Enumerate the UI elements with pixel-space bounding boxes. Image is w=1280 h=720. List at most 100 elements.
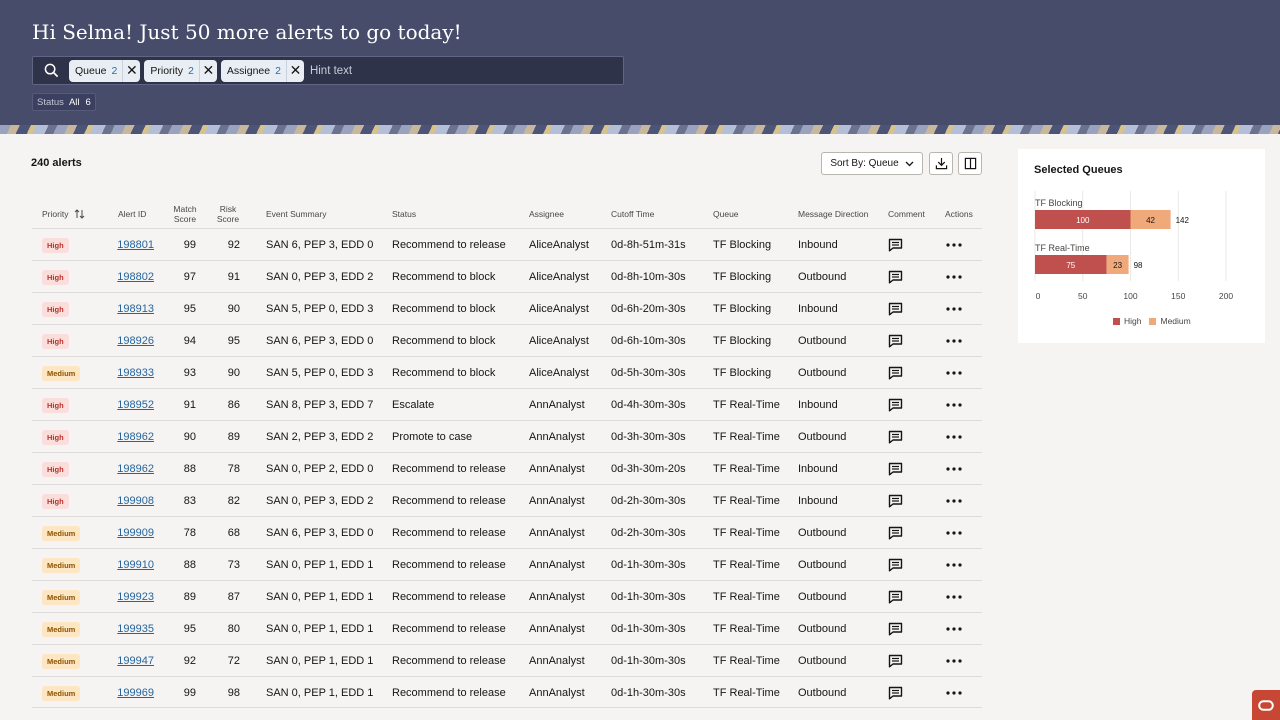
cell-alert-id-link[interactable]: 199969 — [117, 677, 154, 709]
cell-alert-id-link[interactable]: 198802 — [117, 261, 154, 293]
filter-search-bar[interactable]: Queue 2 ✕ Priority 2 ✕ Assignee 2 ✕ Hint… — [32, 56, 624, 85]
table-row[interactable]: High 198801 99 92 SAN 6, PEP 3, EDD 0 Recomme… — [32, 228, 982, 260]
alert-id-link[interactable]: 198802 — [117, 271, 154, 283]
table-row[interactable]: Medium 199923 89 87 SAN 0, PEP 1, EDD 1 Recom… — [32, 580, 982, 612]
column-header-priority[interactable]: Priority — [42, 200, 85, 228]
column-header-alert-id[interactable]: Alert ID — [118, 200, 146, 228]
cell-alert-id-link[interactable]: 198933 — [117, 357, 154, 389]
more-actions-icon[interactable] — [946, 645, 964, 677]
table-row[interactable]: Medium 199947 92 72 SAN 0, PEP 1, EDD 1 Recom… — [32, 644, 982, 676]
alert-id-link[interactable]: 198913 — [117, 303, 154, 315]
comment-icon[interactable] — [888, 549, 904, 581]
comment-icon[interactable] — [888, 357, 904, 389]
more-actions-icon[interactable] — [946, 389, 964, 421]
cell-alert-id-link[interactable]: 199947 — [117, 645, 154, 677]
cell-alert-id-link[interactable]: 198801 — [117, 229, 154, 261]
alert-id-link[interactable]: 198933 — [117, 367, 154, 379]
comment-icon[interactable] — [888, 421, 904, 453]
comment-icon[interactable] — [888, 293, 904, 325]
cell-alert-id-link[interactable]: 199935 — [117, 613, 154, 645]
table-row[interactable]: High 198952 91 86 SAN 8, PEP 3, EDD 7 Escalat… — [32, 388, 982, 420]
comment-icon[interactable] — [888, 485, 904, 517]
alert-id-link[interactable]: 198926 — [117, 335, 154, 347]
filter-chip-queue[interactable]: Queue 2 ✕ — [69, 59, 141, 82]
alert-id-link[interactable]: 198962 — [117, 431, 154, 443]
alert-id-link[interactable]: 199923 — [117, 591, 154, 603]
cell-alert-id-link[interactable]: 198926 — [117, 325, 154, 357]
comment-icon[interactable] — [888, 517, 904, 549]
status-filter-chip[interactable]: Status All 6 — [32, 93, 96, 111]
comment-icon[interactable] — [888, 229, 904, 261]
table-row[interactable]: Medium 199935 95 80 SAN 0, PEP 1, EDD 1 Recom… — [32, 612, 982, 644]
search-input[interactable]: Hint text — [310, 65, 352, 77]
sort-icon[interactable] — [74, 209, 85, 219]
comment-icon[interactable] — [888, 453, 904, 485]
column-header-risk-score[interactable]: Risk Score — [212, 200, 244, 228]
comment-icon[interactable] — [888, 581, 904, 613]
table-row[interactable]: High 198802 97 91 SAN 0, PEP 3, EDD 2 Recomme… — [32, 260, 982, 292]
more-actions-icon[interactable] — [946, 421, 964, 453]
alert-id-link[interactable]: 199947 — [117, 655, 154, 667]
alert-id-link[interactable]: 198962 — [117, 463, 154, 475]
more-actions-icon[interactable] — [946, 453, 964, 485]
comment-icon[interactable] — [888, 261, 904, 293]
download-button[interactable] — [929, 152, 953, 175]
cell-alert-id-link[interactable]: 198962 — [117, 453, 154, 485]
panel-toggle-button[interactable] — [958, 152, 982, 175]
alert-id-link[interactable]: 199969 — [117, 687, 154, 699]
column-header-cutoff-time[interactable]: Cutoff Time — [611, 200, 654, 228]
comment-icon[interactable] — [888, 613, 904, 645]
alert-id-link[interactable]: 198801 — [117, 239, 154, 251]
alert-id-link[interactable]: 199910 — [117, 559, 154, 571]
legend-item[interactable]: Medium — [1149, 316, 1191, 326]
close-icon[interactable]: ✕ — [198, 59, 217, 82]
table-row[interactable]: High 198913 95 90 SAN 5, PEP 0, EDD 3 Recomme… — [32, 292, 982, 324]
close-icon[interactable]: ✕ — [122, 59, 140, 82]
more-actions-icon[interactable] — [946, 677, 964, 709]
column-header-queue[interactable]: Queue — [713, 200, 739, 228]
more-actions-icon[interactable] — [946, 581, 964, 613]
table-row[interactable]: Medium 199909 78 68 SAN 6, PEP 3, EDD 0 Recom… — [32, 516, 982, 548]
table-row[interactable]: Medium 199969 99 98 SAN 0, PEP 1, EDD 1 Recom… — [32, 676, 982, 708]
more-actions-icon[interactable] — [946, 293, 964, 325]
alert-id-link[interactable]: 199935 — [117, 623, 154, 635]
cell-alert-id-link[interactable]: 198952 — [117, 389, 154, 421]
column-header-message-direction[interactable]: Message Direction — [798, 200, 868, 228]
table-row[interactable]: Medium 199910 88 73 SAN 0, PEP 1, EDD 1 Recom… — [32, 548, 982, 580]
column-header-status[interactable]: Status — [392, 200, 416, 228]
alert-id-link[interactable]: 199908 — [117, 495, 154, 507]
more-actions-icon[interactable] — [946, 549, 964, 581]
more-actions-icon[interactable] — [946, 613, 964, 645]
legend-item[interactable]: High — [1113, 316, 1141, 326]
cell-alert-id-link[interactable]: 198962 — [117, 421, 154, 453]
cell-alert-id-link[interactable]: 199923 — [117, 581, 154, 613]
column-header-match-score[interactable]: Match Score — [168, 200, 202, 228]
table-row[interactable]: High 199908 83 82 SAN 0, PEP 3, EDD 2 Recomme… — [32, 484, 982, 516]
oracle-logo[interactable] — [1252, 690, 1280, 720]
filter-chip-assignee[interactable]: Assignee 2 ✕ — [220, 59, 304, 82]
more-actions-icon[interactable] — [946, 325, 964, 357]
more-actions-icon[interactable] — [946, 517, 964, 549]
column-header-event-summary[interactable]: Event Summary — [266, 200, 326, 228]
column-header-assignee[interactable]: Assignee — [529, 200, 564, 228]
table-row[interactable]: High 198962 90 89 SAN 2, PEP 3, EDD 2 Promote… — [32, 420, 982, 452]
table-row[interactable]: Medium 198933 93 90 SAN 5, PEP 0, EDD 3 Recom… — [32, 356, 982, 388]
more-actions-icon[interactable] — [946, 357, 964, 389]
more-actions-icon[interactable] — [946, 261, 964, 293]
cell-alert-id-link[interactable]: 199910 — [117, 549, 154, 581]
sort-dropdown[interactable]: Sort By: Queue — [821, 152, 923, 175]
alert-id-link[interactable]: 198952 — [117, 399, 154, 411]
search-icon[interactable] — [33, 57, 69, 84]
more-actions-icon[interactable] — [946, 485, 964, 517]
more-actions-icon[interactable] — [946, 229, 964, 261]
table-row[interactable]: High 198962 88 78 SAN 0, PEP 2, EDD 0 Recomme… — [32, 452, 982, 484]
comment-icon[interactable] — [888, 325, 904, 357]
cell-alert-id-link[interactable]: 199909 — [117, 517, 154, 549]
comment-icon[interactable] — [888, 677, 904, 709]
alert-id-link[interactable]: 199909 — [117, 527, 154, 539]
cell-alert-id-link[interactable]: 199908 — [117, 485, 154, 517]
cell-alert-id-link[interactable]: 198913 — [117, 293, 154, 325]
comment-icon[interactable] — [888, 645, 904, 677]
close-icon[interactable]: ✕ — [285, 59, 304, 82]
table-row[interactable]: High 198926 94 95 SAN 6, PEP 3, EDD 0 Recomme… — [32, 324, 982, 356]
